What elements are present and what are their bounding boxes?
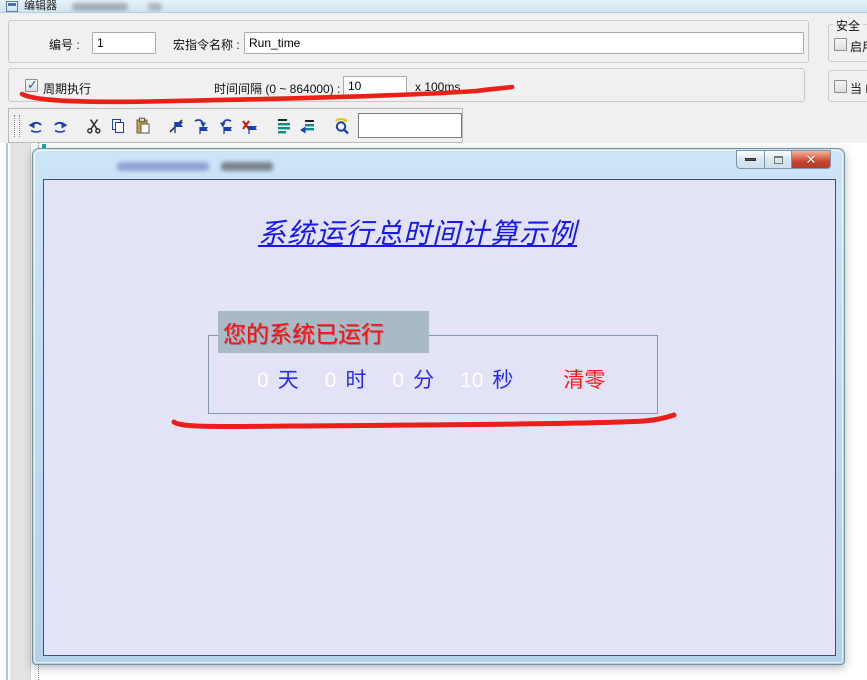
macro-name-label: 宏指令名称 : xyxy=(173,36,240,53)
previous-bookmark-icon[interactable] xyxy=(215,116,235,136)
days-value: 0 xyxy=(257,369,269,393)
window-titlebar: 编辑器 xyxy=(0,0,867,13)
hours-value: 0 xyxy=(325,369,337,393)
seconds-value: 10 xyxy=(460,369,483,393)
outdent-icon[interactable] xyxy=(298,116,318,136)
toolbar-gripper[interactable] xyxy=(19,115,22,137)
window-title: 编辑器 xyxy=(24,0,57,13)
when-group: 当 H xyxy=(828,70,867,102)
popup-window-controls: ✕ xyxy=(736,150,831,169)
blurred-titlebar-text xyxy=(148,3,162,11)
when-checkbox[interactable] xyxy=(834,80,847,93)
blurred-popup-title xyxy=(117,162,209,171)
maximize-button[interactable] xyxy=(765,150,792,169)
interval-input[interactable] xyxy=(343,76,407,96)
macro-info-panel: 编号 : 宏指令名称 : xyxy=(8,20,809,63)
find-input[interactable] xyxy=(358,113,462,138)
clear-bookmarks-icon[interactable] xyxy=(240,116,260,136)
runtime-counter: 0 天 0 时 0 分 10 秒 清零 xyxy=(257,364,605,394)
toolbar-gripper[interactable] xyxy=(14,115,17,137)
minimize-button[interactable] xyxy=(736,150,765,169)
close-button[interactable]: ✕ xyxy=(792,150,831,169)
blurred-titlebar-text xyxy=(72,3,128,11)
when-label: 当 H xyxy=(850,80,867,97)
cut-icon[interactable] xyxy=(84,116,104,136)
demo-heading: 系统运行总时间计算示例 xyxy=(22,212,813,252)
enable-checkbox[interactable] xyxy=(834,38,847,51)
blurred-popup-title xyxy=(221,162,273,171)
period-panel: 周期执行 时间间隔 (0 ~ 864000) : x 100ms xyxy=(8,68,805,102)
number-input[interactable] xyxy=(92,32,156,54)
indent-icon[interactable] xyxy=(273,116,293,136)
minutes-unit: 分 xyxy=(413,364,434,394)
app-icon xyxy=(6,1,18,12)
window-edge xyxy=(6,143,8,680)
minimize-icon xyxy=(745,158,756,161)
copy-icon[interactable] xyxy=(108,116,128,136)
security-group-label: 安全 xyxy=(833,17,863,34)
red-underline-annotation xyxy=(166,412,681,438)
periodic-label: 周期执行 xyxy=(43,80,91,97)
redo-icon[interactable] xyxy=(50,116,70,136)
security-group: 安全 启用 xyxy=(828,24,867,62)
toggle-bookmark-icon[interactable] xyxy=(166,116,186,136)
find-icon[interactable] xyxy=(331,116,351,136)
close-icon: ✕ xyxy=(806,153,817,166)
number-label: 编号 : xyxy=(49,36,80,53)
preview-canvas: 系统运行总时间计算示例 0 天 0 时 0 分 10 秒 清零 您的系统已运行 xyxy=(43,179,836,656)
macro-name-input[interactable] xyxy=(244,32,804,54)
paste-icon[interactable] xyxy=(133,116,153,136)
seconds-unit: 秒 xyxy=(492,364,513,394)
enable-label: 启用 xyxy=(850,38,867,55)
minutes-value: 0 xyxy=(392,369,404,393)
interval-label: 时间间隔 (0 ~ 864000) : xyxy=(214,80,340,97)
hours-unit: 时 xyxy=(345,364,366,394)
days-unit: 天 xyxy=(278,364,299,394)
next-bookmark-icon[interactable] xyxy=(191,116,211,136)
preview-window: ✕ 系统运行总时间计算示例 0 天 0 时 0 分 10 秒 清零 您的系统已运… xyxy=(32,148,845,665)
runtime-label: 您的系统已运行 xyxy=(218,311,429,353)
interval-unit-label: x 100ms xyxy=(415,80,460,94)
maximize-icon xyxy=(774,156,783,164)
undo-icon[interactable] xyxy=(26,116,46,136)
periodic-checkbox[interactable] xyxy=(25,79,38,92)
editor-window: 编辑器 编号 : 宏指令名称 : 安全 启用 周期执行 时间间隔 (0 ~ 86… xyxy=(0,0,867,680)
macro-toolbar xyxy=(8,108,463,143)
clear-button[interactable]: 清零 xyxy=(563,364,605,394)
